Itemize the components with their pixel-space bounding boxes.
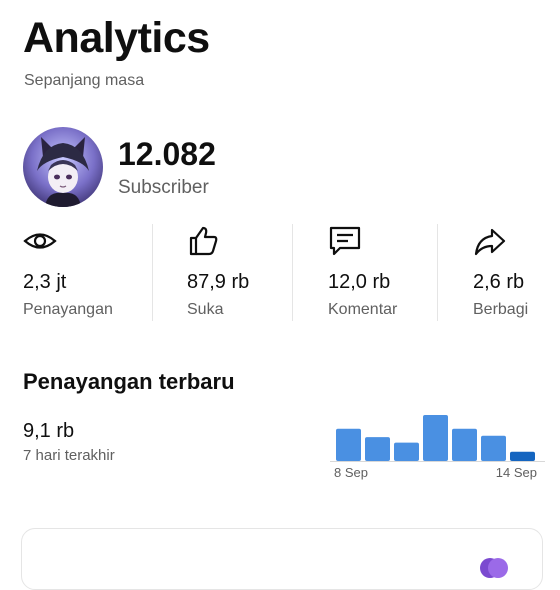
channel-avatar[interactable] xyxy=(23,127,103,207)
chart-bar xyxy=(510,451,535,461)
stat-value: 2,3 jt xyxy=(23,271,67,293)
chart-bar xyxy=(336,428,361,461)
eye-icon xyxy=(23,224,57,258)
subscriber-label: Subscriber xyxy=(118,177,209,198)
recent-views-value: 9,1 rb xyxy=(23,420,75,442)
divider xyxy=(152,224,153,321)
stat-value: 87,9 rb xyxy=(187,271,250,293)
recent-views-period: 7 hari terakhir xyxy=(23,447,115,464)
avatar-stack-icon xyxy=(480,558,508,578)
comment-icon xyxy=(328,224,362,258)
chart-bar xyxy=(394,442,419,461)
divider xyxy=(292,224,293,321)
chart-bar xyxy=(452,428,477,461)
thumbs-up-icon xyxy=(187,224,221,258)
page-title: Analytics xyxy=(23,14,210,62)
next-card[interactable] xyxy=(21,528,543,590)
chart-bar xyxy=(423,415,448,461)
chart-tick-label: 14 Sep xyxy=(496,465,537,480)
stat-label: Berbagi xyxy=(473,301,529,318)
recent-views-chart[interactable]: 8 Sep 14 Sep xyxy=(330,400,560,490)
time-range-label: Sepanjang masa xyxy=(24,72,145,89)
stat-label: Komentar xyxy=(328,301,398,318)
subscriber-count: 12.082 xyxy=(118,136,216,172)
stat-value: 12,0 rb xyxy=(328,271,391,293)
divider xyxy=(437,224,438,321)
chart-bar xyxy=(365,437,390,461)
stat-value: 2,6 rb xyxy=(473,271,525,293)
chart-bar xyxy=(481,435,506,461)
recent-views-title: Penayangan terbaru xyxy=(23,369,235,394)
stat-label: Suka xyxy=(187,301,224,318)
share-icon xyxy=(473,224,507,258)
stat-label: Penayangan xyxy=(23,301,113,318)
chart-tick-label: 8 Sep xyxy=(334,465,368,480)
